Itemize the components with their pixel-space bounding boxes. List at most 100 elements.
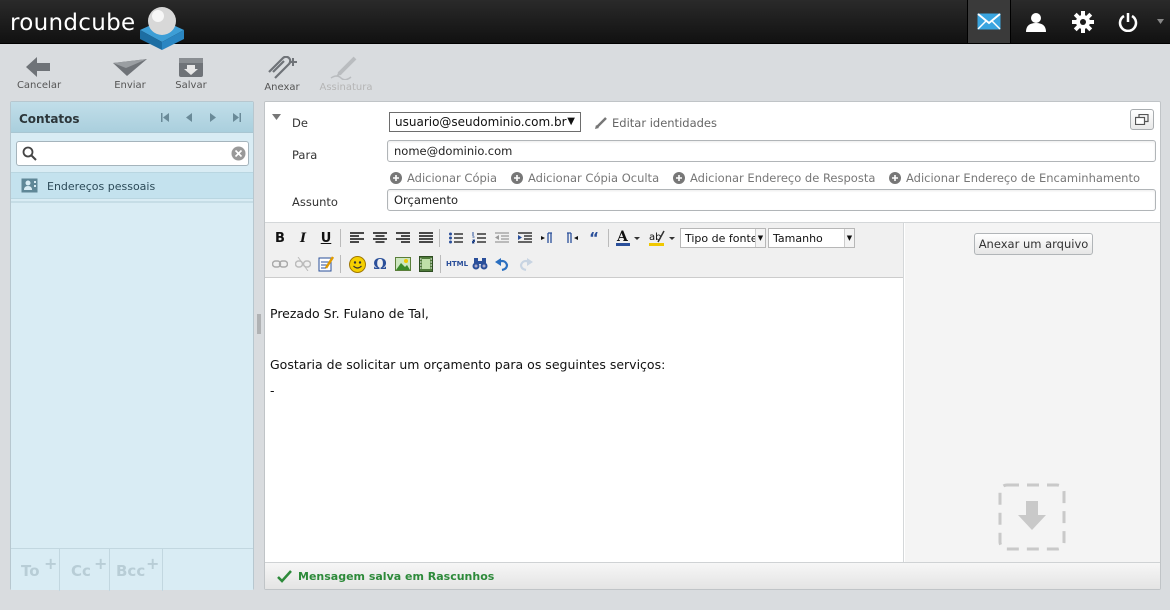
save-button[interactable]: Salvar <box>161 56 221 96</box>
contacts-header: Contatos <box>11 102 253 133</box>
italic-icon[interactable]: I <box>293 228 313 248</box>
add-cc-link[interactable]: Adicionar Cópia <box>390 171 497 185</box>
redo-icon[interactable] <box>516 254 536 274</box>
pen-icon <box>330 56 357 80</box>
toolbar-separator <box>340 255 341 273</box>
add-to-button[interactable]: To + <box>11 549 60 591</box>
nav-contacts[interactable] <box>1014 0 1058 43</box>
to-field[interactable] <box>387 140 1156 162</box>
edit-identities-link[interactable]: Editar identidades <box>595 116 717 130</box>
window-restore-icon <box>1135 114 1149 125</box>
text-color-icon[interactable]: A <box>615 228 641 248</box>
compose-toolbar: Cancelar Enviar Salvar Anexar Assinatura <box>0 44 1170 100</box>
underline-icon[interactable]: U <box>316 228 336 248</box>
compose-headers: De usuario@seudominio.com.br ▼ Editar id… <box>265 102 1160 223</box>
body-line: Prezado Sr. Fulano de Tal, <box>270 306 429 321</box>
search-icon <box>22 146 37 161</box>
emoticon-icon[interactable] <box>347 254 367 274</box>
roundcube-logo-icon <box>140 7 184 50</box>
plus-circle-icon <box>511 172 523 184</box>
panel-splitter[interactable] <box>257 314 261 334</box>
nav-mail[interactable] <box>967 0 1011 43</box>
special-char-icon[interactable]: Ω <box>370 254 390 274</box>
plus-circle-icon <box>390 172 402 184</box>
drop-zone-icon[interactable] <box>998 483 1066 551</box>
status-bar: Mensagem salva em Rascunhos <box>265 562 1160 589</box>
rtl-icon[interactable] <box>561 228 581 248</box>
chevron-down-icon: ▼ <box>844 229 854 247</box>
user-icon <box>1026 12 1046 32</box>
font-size-select[interactable]: Tamanho ▼ <box>768 228 855 248</box>
chevron-down-icon: ▼ <box>567 116 575 127</box>
toolbar-separator <box>608 229 609 247</box>
add-bcc-button[interactable]: Bcc + <box>111 549 163 591</box>
save-archive-icon <box>179 58 203 77</box>
insert-media-icon[interactable] <box>416 254 436 274</box>
editor-toolbar: B I U “ A ab Tipo de fonte ▼ Tamanho ▼ Ω… <box>265 223 903 278</box>
plus-circle-icon <box>673 172 685 184</box>
subject-field[interactable] <box>387 189 1156 211</box>
unlink-icon[interactable] <box>293 254 313 274</box>
checkmark-icon <box>277 570 292 583</box>
find-replace-icon[interactable] <box>470 254 490 274</box>
add-replyto-link[interactable]: Adicionar Endereço de Resposta <box>673 171 875 185</box>
background-color-icon[interactable]: ab <box>648 228 676 248</box>
attach-button[interactable]: Anexar <box>252 56 312 96</box>
undo-icon[interactable] <box>492 254 512 274</box>
prev-page-icon[interactable] <box>185 113 193 122</box>
chevron-down-icon: ▼ <box>755 229 765 247</box>
html-source-icon[interactable]: HTML <box>446 254 468 274</box>
logo-text: roundcube <box>10 10 136 36</box>
attach-file-button[interactable]: Anexar um arquivo <box>974 233 1093 255</box>
contact-search-input[interactable] <box>41 145 231 163</box>
contact-search <box>16 141 249 166</box>
top-bar: roundcube <box>0 0 1170 50</box>
add-followupto-link[interactable]: Adicionar Endereço de Encaminhamento <box>889 171 1140 185</box>
align-center-icon[interactable] <box>370 228 390 248</box>
send-button[interactable]: Enviar <box>100 56 160 96</box>
body-line: Gostaria de solicitar um orçamento para … <box>270 357 666 372</box>
blockquote-icon[interactable]: “ <box>584 228 604 248</box>
contacts-panel: Contatos Endereços pessoais To + Cc + Bc… <box>10 101 254 591</box>
add-bcc-link[interactable]: Adicionar Cópia Oculta <box>511 171 659 185</box>
signature-button[interactable]: Assinatura <box>316 56 376 96</box>
headers-toggle-icon[interactable] <box>272 114 281 120</box>
bold-icon[interactable]: B <box>270 228 290 248</box>
indent-icon[interactable] <box>515 228 535 248</box>
align-left-icon[interactable] <box>347 228 367 248</box>
list-divider <box>11 201 253 203</box>
recipient-buttons: To + Cc + Bcc + <box>11 548 253 591</box>
clear-search-icon[interactable] <box>231 146 246 161</box>
svg-text:A: A <box>616 229 629 245</box>
nav-logout[interactable] <box>1106 0 1150 43</box>
insert-image-icon[interactable] <box>393 254 413 274</box>
attachments-pane: Anexar um arquivo <box>905 223 1160 562</box>
message-editor: B I U “ A ab Tipo de fonte ▼ Tamanho ▼ Ω… <box>265 223 904 562</box>
body-line: - <box>270 383 275 398</box>
subject-label: Assunto <box>292 195 338 209</box>
numbered-list-icon[interactable] <box>469 228 489 248</box>
spellcheck-icon[interactable] <box>316 254 336 274</box>
ltr-icon[interactable] <box>538 228 558 248</box>
maximize-button[interactable] <box>1130 109 1154 130</box>
align-right-icon[interactable] <box>393 228 413 248</box>
align-justify-icon[interactable] <box>416 228 436 248</box>
next-page-icon[interactable] <box>209 113 217 122</box>
outdent-icon[interactable] <box>492 228 512 248</box>
nav-settings[interactable] <box>1061 0 1105 43</box>
paperclip-icon <box>268 56 297 79</box>
last-page-icon[interactable] <box>232 113 242 122</box>
first-page-icon[interactable] <box>160 113 170 122</box>
from-select[interactable]: usuario@seudominio.com.br ▼ <box>389 112 581 132</box>
link-icon[interactable] <box>270 254 290 274</box>
add-cc-button[interactable]: Cc + <box>61 549 110 591</box>
chevron-down-icon[interactable] <box>1157 19 1164 24</box>
bullet-list-icon[interactable] <box>446 228 466 248</box>
font-family-select[interactable]: Tipo de fonte ▼ <box>680 228 766 248</box>
cancel-button[interactable]: Cancelar <box>9 56 69 96</box>
from-label: De <box>292 116 308 130</box>
toolbar-separator <box>439 229 440 247</box>
toolbar-separator <box>440 255 441 273</box>
addressbook-personal[interactable]: Endereços pessoais <box>11 172 253 199</box>
compose-panel: De usuario@seudominio.com.br ▼ Editar id… <box>264 101 1161 590</box>
